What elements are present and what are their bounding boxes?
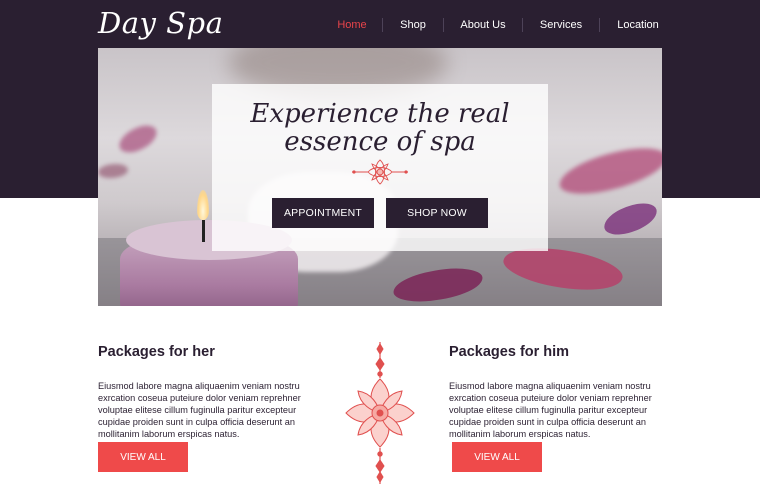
lotus-divider-icon bbox=[345, 342, 415, 484]
lotus-ornament-icon bbox=[352, 159, 408, 185]
candle-flame bbox=[197, 190, 209, 220]
packages-him-section: Packages for him Eiusmod labore magna al… bbox=[449, 344, 681, 440]
nav-shop[interactable]: Shop bbox=[383, 19, 443, 31]
petal-shape bbox=[115, 121, 161, 157]
view-all-her-button[interactable]: VIEW ALL bbox=[98, 442, 188, 472]
nav-about-us[interactable]: About Us bbox=[444, 19, 522, 31]
packages-him-text: Eiusmod labore magna aliquaenim veniam n… bbox=[449, 381, 652, 439]
packages-her-text: Eiusmod labore magna aliquaenim veniam n… bbox=[98, 381, 301, 439]
petal-shape bbox=[98, 164, 128, 178]
packages-her-title: Packages for her bbox=[98, 344, 215, 360]
nav-services[interactable]: Services bbox=[523, 19, 599, 31]
candle-wick bbox=[202, 220, 205, 242]
nav-location[interactable]: Location bbox=[600, 19, 676, 31]
hero-title-line: essence of spa bbox=[284, 127, 476, 157]
appointment-button[interactable]: APPOINTMENT bbox=[272, 198, 374, 228]
petal-shape bbox=[555, 141, 662, 201]
hero-title-line: Experience the real bbox=[250, 99, 510, 129]
shop-now-button[interactable]: SHOP NOW bbox=[386, 198, 488, 228]
hero-card: Experience the real essence of spa APPOI… bbox=[212, 84, 548, 251]
nav-home[interactable]: Home bbox=[322, 19, 382, 31]
packages-him-title: Packages for him bbox=[449, 344, 570, 360]
hero-title: Experience the real essence of spa bbox=[212, 100, 548, 156]
petal-shape bbox=[600, 199, 661, 239]
packages-her-section: Packages for her Eiusmod labore magna al… bbox=[98, 344, 330, 440]
site-logo[interactable]: Day Spa bbox=[98, 6, 223, 40]
main-nav: Home Shop About Us Services Location bbox=[322, 17, 676, 33]
view-all-him-button[interactable]: VIEW ALL bbox=[452, 442, 542, 472]
